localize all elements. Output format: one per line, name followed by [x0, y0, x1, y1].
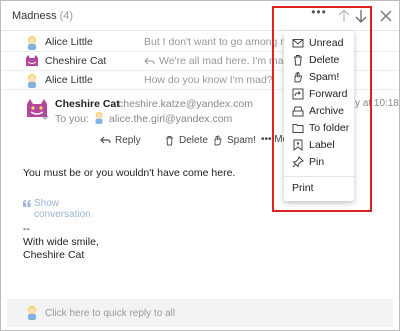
message-body: You must be or you wouldn't have come he…	[23, 167, 236, 179]
thread-sender: Alice Little	[45, 74, 93, 86]
thread-count: (4)	[59, 10, 74, 22]
close-icon[interactable]	[379, 9, 393, 23]
trash-icon	[166, 136, 173, 146]
spam-label: Spam!	[227, 135, 256, 146]
show-conversation-label: Show conversation	[34, 198, 91, 220]
reply-button[interactable]: Reply	[100, 134, 158, 148]
signature-line: Cheshire Cat	[23, 249, 85, 261]
quick-reply-placeholder: Click here to quick reply to all	[45, 308, 176, 319]
highlight-box	[272, 6, 372, 212]
recipient-email[interactable]: alice.the.girl@yandex.com	[109, 113, 232, 125]
reply-label: Reply	[115, 135, 141, 146]
quick-reply-field[interactable]: Click here to quick reply to all	[7, 299, 393, 327]
chevron-down-icon[interactable]	[41, 114, 49, 122]
message-sender-name[interactable]: Cheshire Cat	[55, 98, 120, 110]
quote-icon	[23, 200, 31, 207]
alice-avatar-icon	[28, 306, 36, 320]
thread-sender: Cheshire Cat	[45, 55, 107, 67]
reply-arrow-icon	[144, 57, 155, 65]
delete-label: Delete	[179, 135, 208, 146]
message-window: Madness (4) ••• Alice Little But I don't …	[0, 0, 400, 331]
cheshire-avatar-icon	[26, 55, 38, 66]
signature-line: With wide smile,	[23, 236, 99, 248]
reply-icon	[100, 136, 111, 144]
message-sender-email[interactable]: cheshire.katze@yandex.com	[118, 98, 253, 110]
hand-icon	[214, 135, 222, 146]
thread-title: Madness (4)	[12, 10, 73, 22]
alice-avatar-icon	[95, 111, 103, 124]
thread-sender: Alice Little	[45, 36, 93, 48]
alice-avatar-icon	[28, 74, 36, 88]
alice-avatar-icon	[28, 36, 36, 50]
signature-line: --	[23, 223, 30, 235]
recipient-label: To you:	[55, 113, 89, 125]
thread-title-text: Madness	[12, 10, 57, 22]
